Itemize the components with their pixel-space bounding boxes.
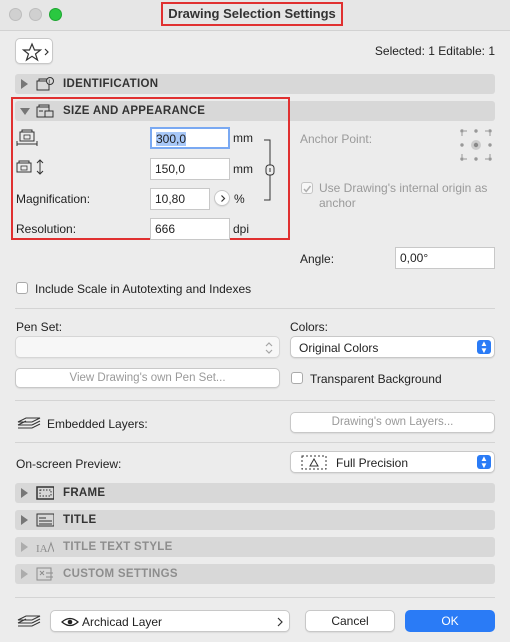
separator [15,597,495,598]
link-chain-icon[interactable] [262,139,278,201]
popup-arrows-icon: ▲ ▼ [477,340,491,355]
anchor-point-label: Anchor Point: [300,132,373,146]
disclosure-triangle-icon [21,542,28,552]
minimize-window-button[interactable] [29,8,42,21]
layer-select[interactable]: Archicad Layer [50,610,290,632]
eye-icon [61,617,79,627]
pen-set-label: Pen Set: [16,320,63,334]
magnification-unit: % [234,192,245,206]
popup-arrows-icon: ▲ ▼ [477,455,491,470]
identification-icon: i [36,77,54,91]
width-unit: mm [233,131,253,145]
height-input[interactable]: 150,0 [150,158,230,180]
frame-icon [36,486,54,500]
angle-label: Angle: [300,252,335,266]
panel-custom-settings-label: CUSTOM SETTINGS [63,568,178,580]
close-window-button[interactable] [9,8,22,21]
separator [15,442,495,443]
cancel-button[interactable]: Cancel [305,610,395,632]
onscreen-preview-label: On-screen Preview: [16,457,122,471]
panel-title[interactable]: TITLE [15,510,495,530]
favorites-button[interactable] [15,38,53,64]
colors-select[interactable]: Original Colors ▲ ▼ [290,336,495,358]
star-icon [21,42,49,62]
height-icon [16,159,44,175]
magnification-value: 10,80 [155,192,186,206]
disclosure-triangle-icon [21,515,28,525]
transparent-bg-label: Transparent Background [310,372,442,386]
selection-count: Selected: 1 Editable: 1 [374,44,495,58]
anchor-point-grid[interactable] [459,128,493,162]
disclosure-triangle-icon [21,488,28,498]
layer-value: Archicad Layer [82,615,163,629]
title-icon [36,513,54,527]
resolution-label: Resolution: [16,222,77,236]
resolution-unit: dpi [233,222,250,236]
use-origin-label: Use Drawing's internal origin as anchor [319,181,488,210]
panel-title-text-style-label: TITLE TEXT STYLE [63,541,173,553]
magnification-menu-button[interactable] [214,190,230,206]
angle-input[interactable]: 0,00° [395,247,495,269]
checkmark-icon [303,185,312,193]
embedded-layers-label: Embedded Layers: [47,417,148,431]
disclosure-triangle-icon [21,79,28,89]
panel-custom-settings[interactable]: CUSTOM SETTINGS [15,564,495,584]
pen-set-select[interactable] [15,336,280,358]
svg-text:i: i [49,80,50,86]
layers-icon [17,417,41,429]
chevron-right-icon [277,617,283,627]
resolution-value: 666 [155,222,176,236]
panel-identification-label: IDENTIFICATION [63,78,159,90]
preview-icon [301,455,327,470]
width-input[interactable]: 300,0 [150,127,230,149]
chevron-updown-icon [265,342,273,354]
angle-value: 0,00° [400,251,429,265]
disclosure-triangle-icon [21,569,28,579]
height-value: 150,0 [155,162,186,176]
drawing-layers-button[interactable]: Drawing's own Layers... [290,412,495,433]
zoom-window-button[interactable] [49,8,62,21]
width-value: 300,0 [156,132,187,146]
custom-settings-icon [36,567,53,581]
use-origin-checkbox[interactable] [301,182,313,194]
panel-frame-label: FRAME [63,487,106,499]
separator [15,400,495,401]
ok-button[interactable]: OK [405,610,495,632]
magnification-input[interactable]: 10,80 [150,188,210,210]
separator [15,308,495,309]
chevron-right-icon [221,195,226,202]
panel-frame[interactable]: FRAME [15,483,495,503]
layers-icon [17,615,41,627]
panel-identification[interactable]: i IDENTIFICATION [15,74,495,94]
resolution-input[interactable]: 666 [150,218,230,240]
colors-label: Colors: [290,320,329,334]
onscreen-preview-select[interactable]: Full Precision ▲ ▼ [290,451,495,473]
include-scale-label: Include Scale in Autotexting and Indexes [35,282,252,296]
onscreen-preview-value: Full Precision [336,456,409,470]
window-title: Drawing Selection Settings [161,2,343,26]
panel-title-label: TITLE [63,514,97,526]
text-style-icon: IA [36,541,54,555]
width-icon [16,129,38,146]
height-unit: mm [233,162,253,176]
transparent-bg-checkbox[interactable] [291,372,303,384]
include-scale-checkbox[interactable] [16,282,28,294]
view-pen-set-button[interactable]: View Drawing's own Pen Set... [15,368,280,388]
svg-text:IA: IA [36,543,48,555]
magnification-label: Magnification: [16,192,91,206]
colors-value: Original Colors [299,341,379,355]
panel-title-text-style[interactable]: IA TITLE TEXT STYLE [15,537,495,557]
